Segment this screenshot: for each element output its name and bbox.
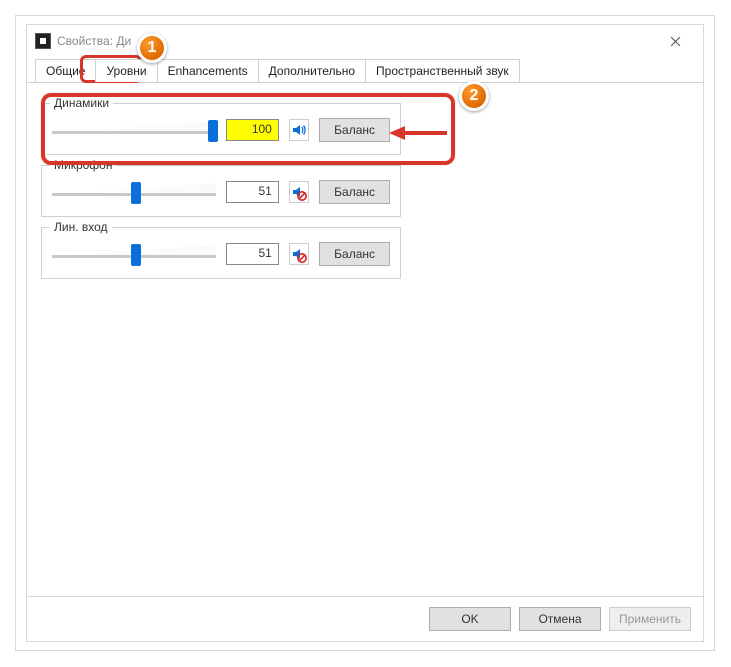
speakers-slider[interactable] <box>52 118 216 142</box>
annotation-callout-2: 2 <box>459 81 489 111</box>
apply-button[interactable]: Применить <box>609 607 691 631</box>
linein-row: 51 Баланс <box>52 242 390 266</box>
speaker-icon <box>291 122 307 138</box>
slider-track <box>52 131 216 133</box>
dialog-footer: OK Отмена Применить <box>27 596 703 641</box>
group-speakers: Динамики 100 Бала <box>41 103 401 155</box>
properties-dialog: Свойства: Ди Общие Уровни Enhancements Д… <box>26 24 704 642</box>
microphone-mute-button[interactable] <box>289 181 309 203</box>
group-microphone-label: Микрофон <box>50 158 116 172</box>
speakers-mute-button[interactable] <box>289 119 309 141</box>
slider-thumb[interactable] <box>131 244 141 266</box>
speakers-row: 100 Баланс <box>52 118 390 142</box>
group-linein-label: Лин. вход <box>50 220 112 234</box>
ok-button[interactable]: OK <box>429 607 511 631</box>
speakers-value[interactable]: 100 <box>226 119 278 141</box>
linein-value[interactable]: 51 <box>226 243 278 265</box>
close-button[interactable] <box>655 27 695 55</box>
close-icon <box>670 36 681 47</box>
no-entry-icon <box>297 253 307 263</box>
annotation-callout-1: 1 <box>137 33 167 63</box>
microphone-value[interactable]: 51 <box>226 181 278 203</box>
linein-balance-button[interactable]: Баланс <box>319 242 390 266</box>
cancel-button[interactable]: Отмена <box>519 607 601 631</box>
microphone-balance-button[interactable]: Баланс <box>319 180 390 204</box>
slider-thumb[interactable] <box>208 120 218 142</box>
group-microphone: Микрофон 51 <box>41 165 401 217</box>
linein-slider[interactable] <box>52 242 216 266</box>
tab-general[interactable]: Общие <box>35 59 96 82</box>
tab-strip: Общие Уровни Enhancements Дополнительно … <box>27 57 703 83</box>
tab-content-levels: Динамики 100 Бала <box>27 83 703 596</box>
annotation-arrow <box>389 123 449 143</box>
app-icon <box>35 33 51 49</box>
screenshot-frame: Свойства: Ди Общие Уровни Enhancements Д… <box>15 15 715 651</box>
microphone-row: 51 Баланс <box>52 180 390 204</box>
microphone-slider[interactable] <box>52 180 216 204</box>
tab-advanced[interactable]: Дополнительно <box>258 59 366 82</box>
group-speakers-label: Динамики <box>50 96 113 110</box>
no-entry-icon <box>297 191 307 201</box>
group-linein: Лин. вход 51 <box>41 227 401 279</box>
speakers-balance-button[interactable]: Баланс <box>319 118 390 142</box>
titlebar: Свойства: Ди <box>27 25 703 57</box>
tab-enhancements[interactable]: Enhancements <box>157 59 259 82</box>
tab-spatial[interactable]: Пространственный звук <box>365 59 520 82</box>
linein-mute-button[interactable] <box>289 243 309 265</box>
window-title: Свойства: Ди <box>57 34 131 48</box>
slider-thumb[interactable] <box>131 182 141 204</box>
